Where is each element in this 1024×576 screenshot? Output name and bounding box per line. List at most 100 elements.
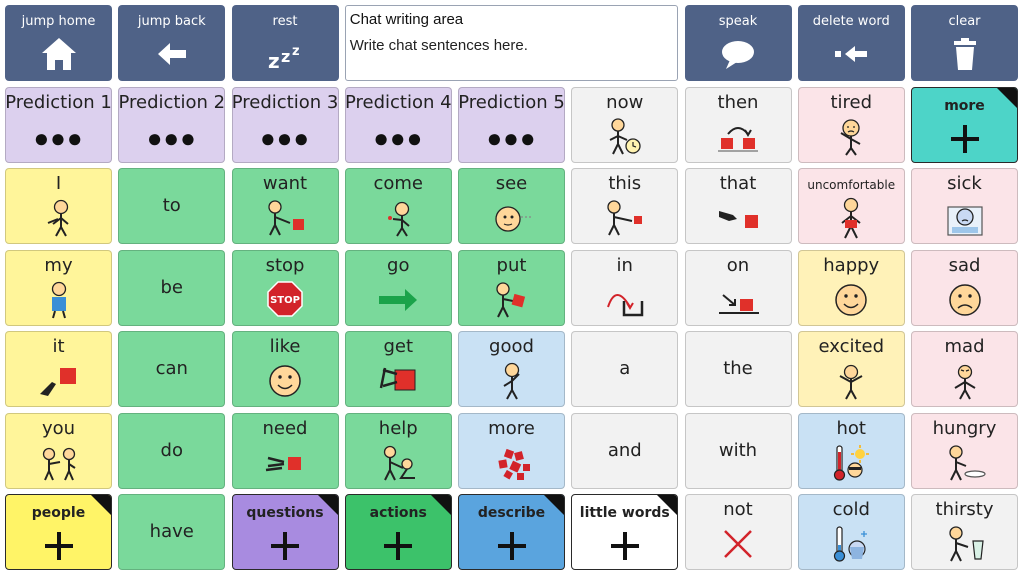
actions-folder-button[interactable]: actions [344, 494, 452, 570]
word-to-button[interactable]: to [118, 168, 226, 244]
word-label: and [607, 439, 642, 461]
person-beckoning-icon [388, 201, 410, 237]
speak-button[interactable]: speak [684, 5, 792, 81]
word-be-button[interactable]: be [118, 249, 226, 326]
word-you-button[interactable]: you [5, 412, 112, 489]
word-label: go [387, 254, 410, 276]
word-uncomfortable-button[interactable]: uncomfortable [797, 168, 905, 244]
word-good-button[interactable]: good [458, 331, 565, 407]
trash-icon [953, 38, 976, 70]
chat-writing-area[interactable]: Chat writing area Write chat sentences h… [344, 5, 679, 81]
prediction-4-button[interactable]: Prediction 4 ●●● [344, 86, 452, 163]
word-go-button[interactable]: go [344, 249, 452, 326]
word-my-button[interactable]: my [5, 249, 112, 326]
arrow-right-icon [379, 288, 418, 311]
word-do-button[interactable]: do [118, 412, 226, 489]
word-tired-button[interactable]: tired [797, 86, 905, 163]
word-cold-button[interactable]: cold [797, 494, 905, 570]
person-excited-icon [839, 364, 863, 400]
word-and-button[interactable]: and [571, 412, 679, 489]
word-happy-button[interactable]: happy [797, 249, 905, 326]
more-dots-icon: ●●● [33, 122, 84, 153]
prediction-5-button[interactable]: Prediction 5 ●●● [458, 86, 565, 163]
word-a-button[interactable]: a [571, 331, 679, 407]
word-see-button[interactable]: see [458, 168, 565, 244]
word-get-button[interactable]: get [344, 331, 452, 407]
jump-home-label: jump home [21, 14, 96, 29]
word-label: my [44, 254, 73, 276]
delete-word-button[interactable]: delete word [797, 5, 905, 81]
word-label: do [160, 439, 183, 461]
word-in-button[interactable]: in [571, 249, 679, 326]
word-label: hot [836, 417, 866, 439]
chat-writing-title: Chat writing area [349, 11, 464, 28]
describe-folder-button[interactable]: describe [458, 494, 565, 570]
word-want-button[interactable]: want [231, 168, 339, 244]
word-more-button[interactable]: more [458, 412, 565, 489]
more-folder-button[interactable]: more [911, 86, 1018, 163]
word-label: be [160, 276, 184, 298]
word-on-button[interactable]: on [684, 249, 792, 326]
prediction-3-button[interactable]: Prediction 3 ●●● [231, 86, 339, 163]
hands-needing-icon [265, 456, 301, 471]
word-label: with [718, 439, 758, 461]
jump-home-button[interactable]: jump home [5, 5, 112, 81]
little-words-folder-button[interactable]: little words [571, 494, 679, 570]
word-then-button[interactable]: then [684, 86, 792, 163]
stop-sign-icon: STOP [267, 280, 303, 317]
word-help-button[interactable]: help [344, 412, 452, 489]
word-that-button[interactable]: that [684, 168, 792, 244]
word-like-button[interactable]: like [231, 331, 339, 407]
word-label: sick [947, 173, 982, 194]
word-thirsty-button[interactable]: thirsty [911, 494, 1018, 570]
chat-writing-placeholder: Write chat sentences here. [349, 37, 528, 54]
word-sad-button[interactable]: sad [911, 249, 1018, 326]
stop-sign-text: STOP [270, 295, 300, 306]
hand-pointing-far-icon [719, 211, 758, 228]
folder-corner-icon [657, 495, 678, 515]
jump-back-button[interactable]: jump back [118, 5, 226, 81]
prediction-2-button[interactable]: Prediction 2 ●●● [118, 86, 226, 163]
questions-folder-button[interactable]: questions [231, 494, 339, 570]
prediction-label: Prediction 1 [5, 91, 112, 113]
word-have-button[interactable]: have [118, 494, 226, 570]
word-the-button[interactable]: the [684, 331, 792, 407]
folder-label: more [944, 97, 985, 114]
word-can-button[interactable]: can [118, 331, 226, 407]
word-excited-button[interactable]: excited [797, 331, 905, 407]
word-label: stop [265, 254, 305, 276]
word-label: the [723, 358, 753, 379]
folder-label: describe [477, 505, 546, 521]
person-helping-icon [384, 445, 416, 480]
word-this-button[interactable]: this [571, 168, 679, 244]
word-i-button[interactable]: I [5, 168, 112, 244]
many-blocks-icon [497, 448, 530, 480]
svg-text:z: z [281, 47, 290, 66]
word-with-button[interactable]: with [684, 412, 792, 489]
word-label: cold [832, 499, 870, 520]
person-thirsty-icon [948, 526, 984, 562]
word-mad-button[interactable]: mad [911, 331, 1018, 407]
word-hungry-button[interactable]: hungry [911, 412, 1018, 489]
word-it-button[interactable]: it [5, 331, 112, 407]
arrow-onto-surface-icon [719, 293, 759, 314]
red-x-icon [724, 530, 752, 558]
rest-label: rest [272, 14, 298, 29]
folder-label: people [31, 505, 86, 521]
word-put-button[interactable]: put [458, 249, 565, 326]
word-need-button[interactable]: need [231, 412, 339, 489]
word-hot-button[interactable]: hot [797, 412, 905, 489]
word-not-button[interactable]: not [684, 494, 792, 570]
clear-button[interactable]: clear [911, 5, 1018, 81]
people-folder-button[interactable]: people [5, 494, 112, 570]
word-label: good [489, 336, 534, 357]
word-come-button[interactable]: come [344, 168, 452, 244]
prediction-1-button[interactable]: Prediction 1 ●●● [5, 86, 112, 163]
word-stop-button[interactable]: stop STOP [231, 249, 339, 326]
rest-button[interactable]: rest z z z [231, 5, 339, 81]
word-label: you [41, 417, 76, 439]
word-now-button[interactable]: now [571, 86, 679, 163]
word-label: see [495, 173, 528, 194]
prediction-label: Prediction 2 [118, 91, 226, 113]
word-sick-button[interactable]: sick [911, 168, 1018, 244]
